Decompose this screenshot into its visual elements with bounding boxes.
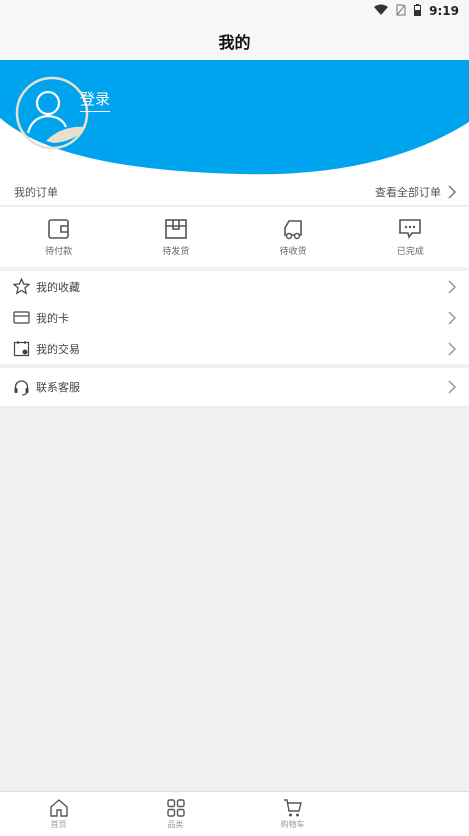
order-label: 待发货 bbox=[162, 246, 190, 257]
view-all-orders-link[interactable]: 查看全部订单 bbox=[375, 184, 457, 200]
truck-icon bbox=[284, 219, 302, 239]
order-pending-shipment[interactable]: 待发货 bbox=[117, 207, 234, 267]
chevron-right-icon bbox=[448, 184, 457, 199]
avatar[interactable] bbox=[14, 75, 90, 151]
tab-category[interactable]: 品类 bbox=[117, 798, 234, 830]
no-sim-icon bbox=[396, 3, 406, 19]
order-label: 待付款 bbox=[45, 246, 73, 257]
tab-label: 购物车 bbox=[280, 820, 305, 829]
battery-icon bbox=[414, 3, 422, 19]
menu-list: 我的收藏 我的卡 我的交易 联系客服 bbox=[0, 271, 469, 406]
order-label: 待收货 bbox=[279, 246, 307, 257]
home-icon bbox=[49, 799, 68, 817]
page-title: 我的 bbox=[0, 22, 469, 60]
view-all-orders-label: 查看全部订单 bbox=[375, 185, 441, 199]
menu-item-transactions[interactable]: 我的交易 bbox=[0, 333, 469, 364]
status-bar: 9:19 bbox=[0, 0, 469, 22]
chat-icon bbox=[399, 218, 422, 239]
box-icon bbox=[165, 218, 187, 239]
my-orders-title: 我的订单 bbox=[14, 185, 58, 199]
grid-icon bbox=[166, 799, 185, 817]
chevron-right-icon bbox=[448, 279, 457, 294]
user-avatar-icon bbox=[15, 76, 89, 150]
my-orders-bar: 我的订单 查看全部订单 bbox=[0, 178, 469, 206]
menu-item-label: 我的交易 bbox=[36, 342, 80, 356]
bottom-tab-bar: 首页 品类 购物车 bbox=[0, 791, 469, 836]
order-status-row: 待付款 待发货 待收货 已完成 bbox=[0, 207, 469, 267]
chevron-right-icon bbox=[448, 380, 457, 394]
chevron-right-icon bbox=[448, 310, 457, 325]
menu-item-label: 我的收藏 bbox=[36, 280, 80, 294]
tab-label: 品类 bbox=[167, 820, 184, 829]
menu-item-customer-service[interactable]: 联系客服 bbox=[0, 368, 469, 406]
tab-label: 首页 bbox=[50, 820, 67, 829]
profile-header: 登录 bbox=[0, 60, 469, 180]
login-link[interactable]: 登录 bbox=[80, 88, 111, 112]
star-icon bbox=[13, 278, 30, 295]
order-completed[interactable]: 已完成 bbox=[352, 207, 469, 267]
card-icon bbox=[13, 311, 30, 324]
menu-item-label: 我的卡 bbox=[36, 311, 69, 325]
tab-cart[interactable]: 购物车 bbox=[234, 798, 351, 830]
cart-icon bbox=[283, 799, 302, 817]
order-pending-receipt[interactable]: 待收货 bbox=[235, 207, 352, 267]
order-label: 已完成 bbox=[396, 246, 424, 257]
menu-item-my-card[interactable]: 我的卡 bbox=[0, 302, 469, 333]
order-pending-payment[interactable]: 待付款 bbox=[0, 207, 117, 267]
chevron-right-icon bbox=[448, 341, 457, 356]
clock: 9:19 bbox=[429, 4, 459, 18]
wifi-icon bbox=[374, 4, 389, 19]
tab-home[interactable]: 首页 bbox=[0, 798, 117, 830]
wallet-icon bbox=[47, 218, 69, 239]
menu-item-label: 联系客服 bbox=[36, 381, 80, 394]
calendar-icon bbox=[13, 341, 30, 357]
menu-item-favorites[interactable]: 我的收藏 bbox=[0, 271, 469, 302]
headset-icon bbox=[14, 379, 29, 396]
